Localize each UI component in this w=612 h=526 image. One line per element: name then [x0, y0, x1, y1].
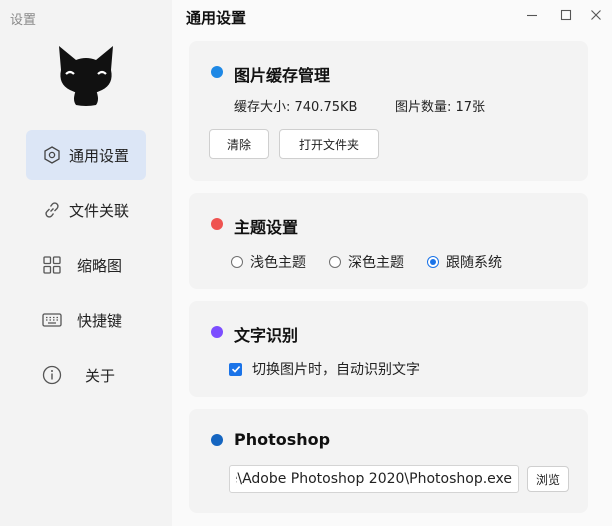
cache-card-title: 图片缓存管理: [234, 66, 331, 85]
page-title: 通用设置: [186, 9, 247, 27]
radio-dark-theme[interactable]: 深色主题: [329, 252, 404, 272]
checkbox-box: [229, 362, 242, 376]
close-icon: [591, 10, 601, 20]
sidebar-item-label: 通用设置: [69, 147, 130, 165]
ocr-card: 文字识别 切换图片时，自动识别文字: [189, 301, 588, 397]
radio-follow-system[interactable]: 跟随系统: [427, 252, 502, 272]
auto-ocr-checkbox[interactable]: 切换图片时，自动识别文字: [229, 359, 420, 379]
checkbox-label: 切换图片时，自动识别文字: [252, 362, 420, 378]
cache-card: 图片缓存管理 缓存大小: 740.75KB 图片数量: 17张 清除 打开文件夹: [189, 41, 588, 181]
sidebar-item-label: 关于: [85, 367, 116, 385]
link-icon: [45, 202, 59, 218]
theme-card: 主题设置 浅色主题 深色主题 跟随系统: [189, 193, 588, 289]
theme-card-title: 主题设置: [234, 218, 299, 237]
radio-label: 跟随系统: [446, 255, 502, 271]
photoshop-path-input[interactable]: [229, 465, 519, 493]
photoshop-card-title: Photoshop: [234, 430, 331, 449]
sidebar: 设置 通用设置 文件关联 缩略图 快捷键 关于: [0, 0, 172, 526]
ocr-status-dot: [211, 326, 223, 338]
main-panel: 通用设置 图片缓存管理 缓存大小: 740.75KB 图片数量: 17张 清除 …: [172, 0, 612, 526]
browse-button[interactable]: 浏览: [527, 466, 569, 492]
minimize-button[interactable]: [525, 8, 539, 22]
sidebar-item-label: 快捷键: [77, 312, 123, 330]
radio-label: 深色主题: [348, 255, 404, 271]
radio-label: 浅色主题: [250, 255, 306, 271]
clear-cache-button[interactable]: 清除: [209, 129, 269, 159]
maximize-icon: [560, 9, 572, 21]
radio-light-theme[interactable]: 浅色主题: [231, 252, 306, 272]
sidebar-item-about[interactable]: 关于: [26, 350, 146, 400]
maximize-button[interactable]: [559, 8, 573, 22]
grid-icon: [43, 256, 61, 274]
cat-logo-icon: [59, 46, 113, 106]
sidebar-item-label: 缩略图: [77, 257, 123, 275]
theme-status-dot: [211, 218, 223, 230]
close-button[interactable]: [589, 8, 603, 22]
radio-circle: [427, 256, 439, 268]
photoshop-card: Photoshop 浏览: [189, 409, 588, 513]
radio-circle: [329, 256, 341, 268]
image-count-text: 图片数量: 17张: [395, 100, 486, 115]
sidebar-item-thumbnails[interactable]: 缩略图: [26, 240, 146, 290]
sidebar-item-file-association[interactable]: 文件关联: [26, 185, 146, 235]
open-folder-button[interactable]: 打开文件夹: [279, 129, 379, 159]
sidebar-item-general[interactable]: 通用设置: [26, 130, 146, 180]
ocr-card-title: 文字识别: [234, 326, 299, 345]
sidebar-item-shortcuts[interactable]: 快捷键: [26, 295, 146, 345]
cache-size-text: 缓存大小: 740.75KB: [234, 100, 358, 115]
photoshop-status-dot: [211, 434, 223, 446]
keyboard-icon: [42, 313, 62, 327]
minimize-icon: [527, 14, 537, 17]
hexagon-settings-icon: [44, 146, 60, 164]
window-title: 设置: [10, 13, 37, 28]
radio-circle: [231, 256, 243, 268]
info-icon: [42, 365, 62, 385]
sidebar-item-label: 文件关联: [69, 202, 130, 220]
checkmark-icon: [231, 366, 240, 373]
cache-status-dot: [211, 66, 223, 78]
